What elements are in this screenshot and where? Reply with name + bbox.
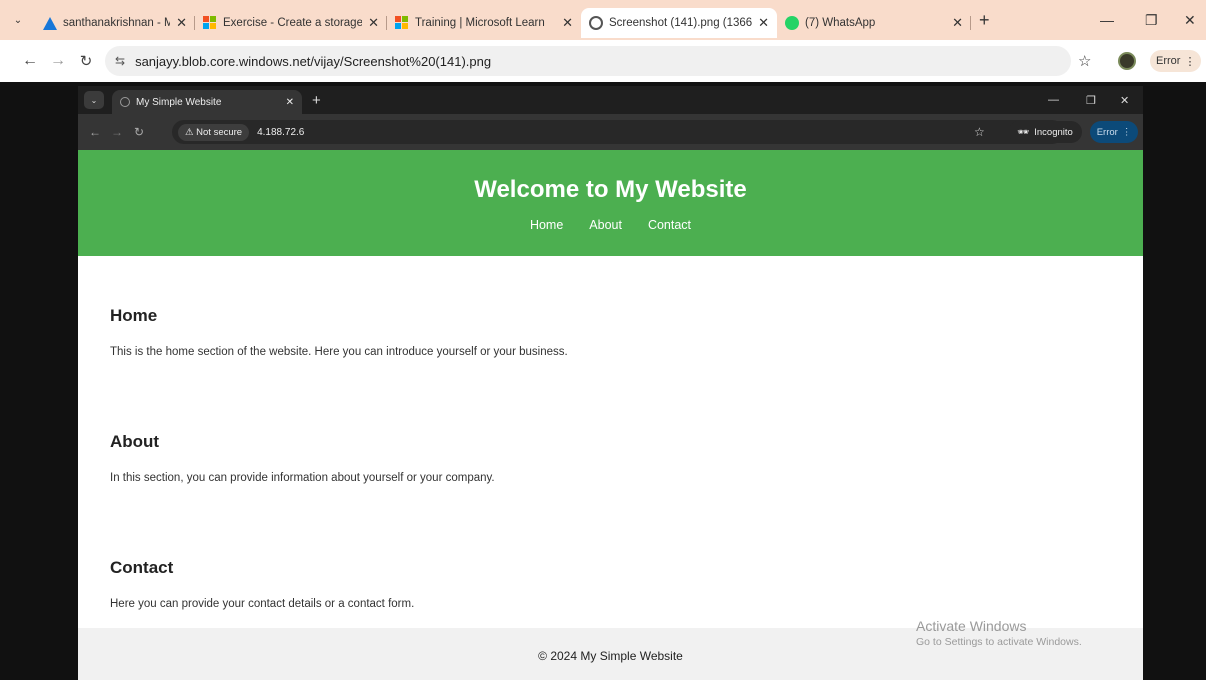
inner-tab: My Simple Website ✕ [112, 90, 302, 114]
microsoft-icon [203, 16, 217, 30]
new-tab-icon[interactable]: + [979, 10, 990, 31]
inner-restore-icon: ❐ [1086, 94, 1096, 107]
bookmark-star-icon[interactable]: ☆ [1078, 52, 1091, 70]
outer-tab-azure[interactable]: santhanakrishnan - Microsof ✕ [35, 8, 195, 38]
inner-error-button: Error ⋮ [1090, 121, 1138, 143]
inner-reload-icon: ↻ [133, 125, 145, 139]
outer-tab-training[interactable]: Training | Microsoft Learn ✕ [387, 8, 581, 38]
section-heading: About [110, 432, 160, 451]
activate-windows-watermark: Activate Windows Go to Settings to activ… [916, 618, 1082, 648]
inner-forward-icon: → [111, 125, 123, 139]
restore-icon[interactable]: ❐ [1145, 0, 1158, 40]
close-icon[interactable]: ✕ [562, 15, 573, 31]
nav-link-about: About [589, 218, 622, 232]
address-url: sanjayy.blob.core.windows.net/vijay/Scre… [135, 53, 492, 69]
tab-title: santhanakrishnan - Microsof [63, 17, 171, 29]
section-heading: Contact [110, 558, 174, 577]
minimize-icon[interactable]: — [1100, 0, 1114, 40]
inner-tab-bar: ⌄ My Simple Website ✕ + — ❐ ✕ [78, 86, 1143, 114]
outer-tab-screenshot[interactable]: Screenshot (141).png (1366 ✕ [581, 8, 777, 38]
close-window-icon[interactable]: ✕ [1184, 0, 1196, 40]
forward-icon[interactable]: → [44, 52, 72, 70]
tab-title: (7) WhatsApp [805, 17, 876, 29]
site-title: Welcome to My Website [474, 176, 747, 203]
inner-address-url: 4.188.72.6 [257, 126, 305, 138]
address-bar[interactable]: ⇆ sanjayy.blob.core.windows.net/vijay/Sc… [105, 46, 1071, 76]
tab-title: Screenshot (141).png (1366 [609, 17, 753, 29]
profile-avatar[interactable] [1118, 52, 1136, 70]
close-icon[interactable]: ✕ [758, 15, 769, 31]
website-page: Welcome to My Website Home About Contact… [78, 150, 1143, 680]
inner-bookmark-star-icon: ☆ [974, 125, 985, 139]
inner-minimize-icon: — [1048, 94, 1059, 106]
incognito-label: Incognito [1034, 126, 1073, 138]
close-icon[interactable]: ✕ [952, 15, 963, 31]
menu-dots-icon: ⋮ [1184, 55, 1196, 68]
close-icon[interactable]: ✕ [176, 15, 187, 31]
inner-close-icon: ✕ [285, 96, 294, 108]
inner-back-icon: ← [89, 125, 101, 139]
nav-link-home: Home [529, 218, 564, 232]
inner-toolbar: ← → ↻ ⚠ Not secure 4.188.72.6 ☆ 🕶 Incogn… [78, 114, 1143, 150]
incognito-badge: 🕶 Incognito [1008, 121, 1082, 143]
outer-tab-whatsapp[interactable]: (7) WhatsApp ✕ [777, 8, 971, 38]
section-text: In this section, you can provide informa… [110, 472, 495, 484]
globe-icon [589, 16, 603, 30]
azure-icon [43, 16, 57, 30]
error-label: Error [1156, 55, 1181, 67]
inner-globe-icon [120, 97, 130, 107]
outer-tab-exercise[interactable]: Exercise - Create a storage b ✕ [195, 8, 387, 38]
microsoft-icon [395, 16, 409, 30]
section-text: Here you can provide your contact detail… [110, 598, 415, 610]
watermark-line1: Activate Windows [916, 618, 1027, 634]
inner-close-window-icon: ✕ [1120, 94, 1130, 107]
footer-text: © 2024 My Simple Website [538, 649, 683, 663]
nav-link-contact: Contact [647, 218, 692, 232]
site-info-icon[interactable]: ⇆ [115, 54, 125, 68]
section-text: This is the home section of the website.… [110, 346, 568, 358]
error-button[interactable]: Error ⋮ [1150, 50, 1202, 72]
outer-tab-bar: ⌄ santhanakrishnan - Microsof ✕ Exercise… [0, 0, 1206, 40]
inner-tab-search-icon: ⌄ [84, 91, 104, 109]
not-secure-badge: ⚠ Not secure [178, 123, 250, 141]
inner-tab-title: My Simple Website [136, 96, 222, 108]
inner-menu-dots-icon: ⋮ [1121, 126, 1132, 138]
section-about: About In this section, you can provide i… [110, 432, 495, 484]
inner-address-bar: ⚠ Not secure 4.188.72.6 [172, 120, 1064, 144]
not-secure-label: Not secure [196, 126, 243, 138]
reload-icon[interactable]: ↻ [72, 52, 100, 70]
site-header: Welcome to My Website Home About Contact [78, 150, 1143, 256]
watermark-line2: Go to Settings to activate Windows. [916, 636, 1082, 648]
whatsapp-icon [785, 16, 799, 30]
close-icon[interactable]: ✕ [368, 15, 379, 31]
section-heading: Home [110, 306, 158, 325]
tab-search-icon[interactable]: ⌄ [7, 9, 29, 31]
inner-error-label: Error [1096, 126, 1118, 138]
section-home: Home This is the home section of the web… [110, 306, 568, 358]
section-contact: Contact Here you can provide your contac… [110, 558, 414, 610]
outer-toolbar: ← → ↻ ⇆ sanjayy.blob.core.windows.net/vi… [0, 40, 1206, 82]
site-nav: Home About Contact [78, 218, 1143, 232]
back-icon[interactable]: ← [16, 52, 44, 70]
tab-title: Training | Microsoft Learn [415, 17, 545, 29]
inner-new-tab-icon: + [312, 91, 321, 109]
incognito-icon: 🕶 [1017, 126, 1030, 138]
tab-title: Exercise - Create a storage b [223, 17, 363, 29]
